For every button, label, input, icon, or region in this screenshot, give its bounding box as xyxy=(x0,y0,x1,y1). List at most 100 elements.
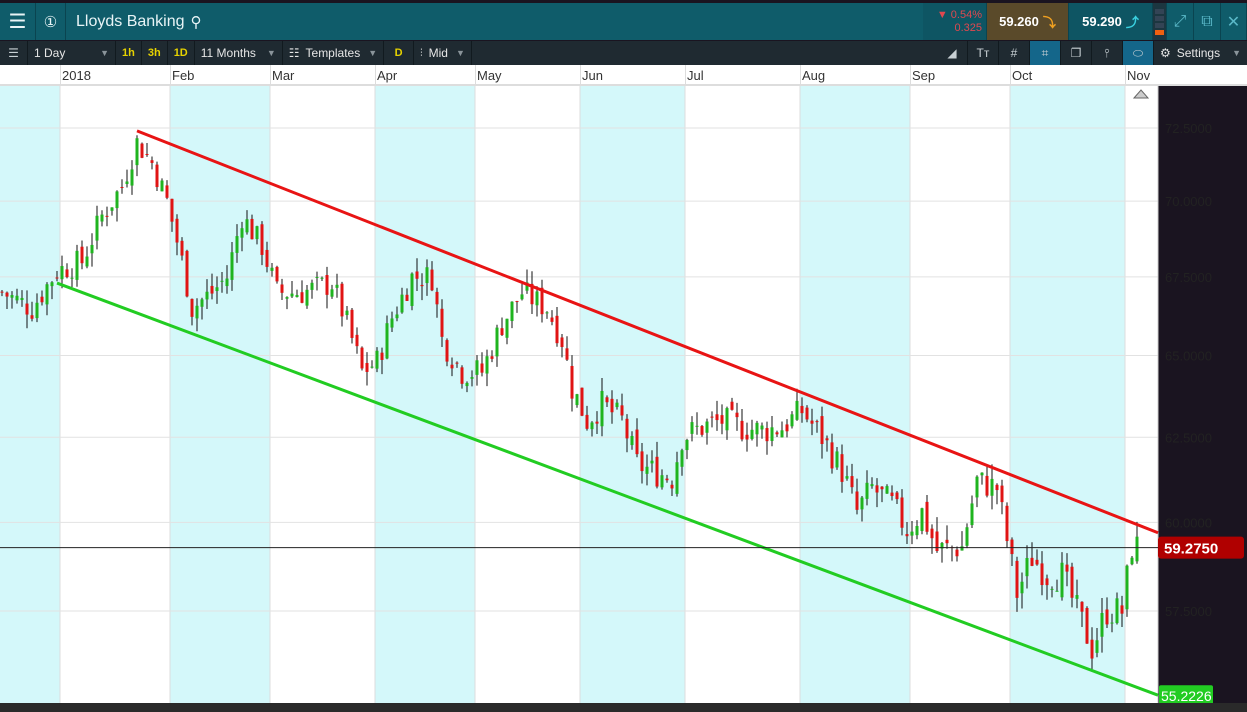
month-tick xyxy=(375,65,376,86)
candle-up xyxy=(845,476,849,479)
candle-down xyxy=(655,456,659,487)
candle-down xyxy=(735,412,739,418)
month-tick xyxy=(910,65,911,86)
candle-up xyxy=(725,408,729,431)
search-icon[interactable]: ⚲ xyxy=(191,13,202,31)
candle-up xyxy=(85,256,89,267)
candle-icon[interactable]: ⫯ xyxy=(1092,41,1123,65)
candle-down xyxy=(810,420,814,424)
instrument-title[interactable]: Lloyds Banking xyxy=(66,13,185,31)
month-tick xyxy=(580,65,581,86)
candle-down xyxy=(595,421,599,424)
crosshair-grid-icon[interactable]: ⌗ xyxy=(1029,41,1061,65)
drawing-mode-d[interactable]: D xyxy=(384,41,415,65)
candle-down xyxy=(120,186,124,188)
price-axis-bg xyxy=(1158,86,1247,703)
interval-1d[interactable]: 1D xyxy=(168,41,195,65)
month-tick xyxy=(475,65,476,86)
candle-down xyxy=(1015,560,1019,598)
candle-up xyxy=(865,482,869,499)
candle-down xyxy=(665,478,669,481)
candle-down xyxy=(455,362,459,364)
popout-icon[interactable]: ⧉ xyxy=(1194,3,1221,40)
settings-button[interactable]: ⚙ Settings ▼ xyxy=(1154,41,1247,65)
price-label-icon[interactable]: ⬭ xyxy=(1122,41,1154,65)
candle-up xyxy=(10,295,14,298)
candle-down xyxy=(415,271,419,279)
candle-down xyxy=(875,485,879,493)
candle-down xyxy=(325,274,329,295)
candle-up xyxy=(1095,640,1099,653)
templates-button[interactable]: ☷ Templates ▼ xyxy=(283,41,385,65)
candle-up xyxy=(780,430,784,438)
candle-up xyxy=(835,451,839,468)
candle-up xyxy=(425,267,429,284)
interval-1h[interactable]: 1h xyxy=(116,41,142,65)
candle-up xyxy=(320,277,324,279)
candle-down xyxy=(80,246,84,264)
layers-icon[interactable]: ❐ xyxy=(1061,41,1092,65)
candle-up xyxy=(465,382,469,387)
month-label: Aug xyxy=(802,68,826,83)
candle-down xyxy=(275,266,279,282)
candle-down xyxy=(430,269,434,291)
range-select[interactable]: 11 Months ▼ xyxy=(195,41,283,65)
month-tick xyxy=(1125,65,1126,86)
candle-up xyxy=(110,207,114,211)
candle-down xyxy=(825,438,829,441)
month-band xyxy=(375,86,475,703)
candle-up xyxy=(20,297,24,301)
candle-down xyxy=(515,301,519,303)
candle-down xyxy=(280,284,284,293)
candle-down xyxy=(620,405,624,416)
price-type-select[interactable]: ⫶ Mid ▼ xyxy=(414,41,472,65)
candle-up xyxy=(385,323,389,359)
candle-down xyxy=(180,240,184,256)
buy-button[interactable]: 59.290 ⤴ xyxy=(1069,3,1153,40)
candle-down xyxy=(550,317,554,322)
candle-down xyxy=(185,250,189,297)
list-icon[interactable]: ☰ xyxy=(0,41,28,65)
candle-down xyxy=(925,501,929,532)
candle-up xyxy=(15,295,19,301)
candle-up xyxy=(1135,536,1139,562)
candle-down xyxy=(720,415,724,424)
interval-select[interactable]: 1 Day ▼ xyxy=(28,41,116,65)
interval-3h[interactable]: 3h xyxy=(142,41,168,65)
candle-down xyxy=(1065,564,1069,572)
candle-up xyxy=(660,475,664,488)
candle-up xyxy=(290,293,294,297)
candle-up xyxy=(535,291,539,306)
candle-down xyxy=(1045,578,1049,586)
candle-up xyxy=(410,273,414,306)
candle-down xyxy=(635,429,639,455)
candle-up xyxy=(255,226,259,240)
candle-up xyxy=(770,427,774,441)
candle-up xyxy=(135,138,139,166)
candle-down xyxy=(300,292,304,303)
expand-icon[interactable]: ⤢ xyxy=(1167,3,1194,40)
candle-down xyxy=(355,334,359,347)
candle-up xyxy=(960,546,964,551)
draw-line-icon[interactable]: ◢ xyxy=(937,41,968,65)
candle-up xyxy=(375,350,379,369)
menu-icon[interactable]: ☰ xyxy=(0,3,36,40)
candle-up xyxy=(510,301,514,322)
price-chart[interactable]: 72.500070.000067.500065.000062.500060.00… xyxy=(0,86,1247,703)
candle-up xyxy=(505,318,509,338)
text-tool-icon[interactable]: Tт xyxy=(968,41,999,65)
grid-icon[interactable]: # xyxy=(999,41,1030,65)
candle-up xyxy=(590,422,594,430)
close-icon[interactable]: ✕ xyxy=(1221,3,1247,40)
candle-up xyxy=(965,527,969,546)
link-group-icon[interactable]: ① xyxy=(36,3,66,40)
candle-up xyxy=(205,291,209,300)
candle-up xyxy=(1130,557,1134,565)
candle-up xyxy=(315,276,319,278)
month-tick xyxy=(60,65,61,86)
candle-down xyxy=(900,497,904,528)
sell-button[interactable]: 59.260 ⤵ xyxy=(987,3,1069,40)
month-label: Sep xyxy=(912,68,936,83)
candle-up xyxy=(675,462,679,494)
candle-up xyxy=(345,310,349,316)
